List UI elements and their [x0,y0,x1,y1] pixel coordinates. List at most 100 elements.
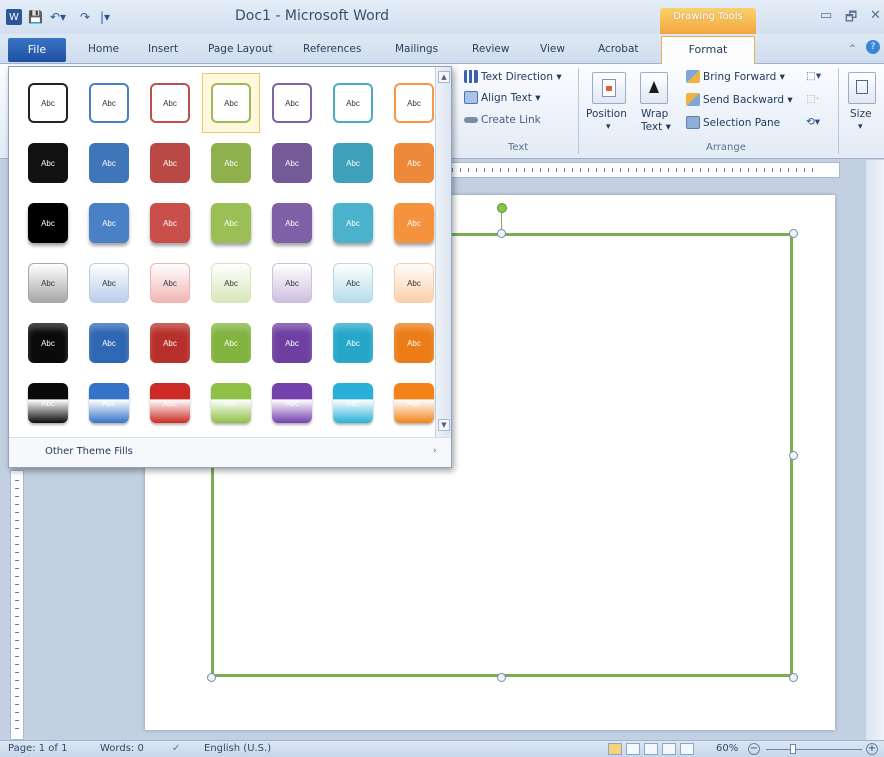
customize-qat-icon[interactable]: |▾ [100,9,110,25]
position-button-icon[interactable] [592,72,626,104]
wrap-text-label-line2[interactable]: Text ▾ [641,121,671,133]
shape-style-swatch[interactable]: Abc [19,73,77,133]
shape-style-swatch[interactable]: Abc [80,313,138,373]
shape-style-swatch[interactable]: Abc [324,373,382,433]
shape-style-swatch[interactable]: Abc [19,193,77,253]
tab-file[interactable]: File [8,38,66,62]
tab-review[interactable]: Review [472,43,509,55]
group-objects-icon[interactable]: ⬚· [806,93,819,105]
minimize-ribbon-icon[interactable]: ⌃ [848,43,857,55]
web-layout-view-button[interactable] [644,743,658,755]
tab-acrobat[interactable]: Acrobat [598,43,639,55]
help-icon[interactable]: ? [866,40,880,54]
tab-insert[interactable]: Insert [148,43,178,55]
align-text-button[interactable]: Align Text ▾ [464,91,541,104]
shape-style-swatch[interactable]: Abc [202,373,260,433]
vertical-scrollbar[interactable] [866,160,884,740]
shape-style-swatch[interactable]: Abc [141,73,199,133]
tab-view[interactable]: View [540,43,565,55]
size-icon[interactable] [848,72,876,104]
shape-style-swatch[interactable]: Abc [19,313,77,373]
rotation-handle[interactable] [497,203,507,213]
close-icon[interactable]: ✕ [870,8,881,23]
shape-style-swatch[interactable]: Abc [141,313,199,373]
other-theme-fills-menu-item[interactable]: Other Theme Fills [45,446,133,457]
shape-style-swatch[interactable]: Abc [263,253,321,313]
gallery-scrollbar[interactable]: ▲ ▼ [435,67,451,437]
outline-view-button[interactable] [662,743,676,755]
text-direction-button[interactable]: Text Direction ▾ [464,70,562,83]
shape-style-swatch[interactable]: Abc [202,253,260,313]
shape-style-swatch[interactable]: Abc [141,373,199,433]
word-count[interactable]: Words: 0 [100,743,144,754]
scroll-up-icon[interactable]: ▲ [438,71,450,83]
shape-style-swatch[interactable]: Abc [80,73,138,133]
word-app-icon[interactable]: W [6,9,22,25]
resize-handle-bottom[interactable] [497,673,506,682]
selection-pane-button[interactable]: Selection Pane [686,116,780,129]
bring-forward-button[interactable]: Bring Forward ▾ [686,70,785,83]
shape-style-swatch[interactable]: Abc [324,253,382,313]
resize-handle-right[interactable] [789,451,798,460]
draft-view-button[interactable] [680,743,694,755]
print-layout-view-button[interactable] [608,743,622,755]
restore-icon[interactable]: 🗗 [845,8,857,30]
shape-style-swatch[interactable]: Abc [141,193,199,253]
create-link-button[interactable]: Create Link [464,114,541,126]
position-dropdown-arrow[interactable]: ▾ [606,122,611,132]
page-count[interactable]: Page: 1 of 1 [8,743,67,754]
shape-style-swatch[interactable]: Abc [324,193,382,253]
shape-style-swatch[interactable]: Abc [80,373,138,433]
full-screen-view-button[interactable] [626,743,640,755]
shape-style-swatch[interactable]: Abc [263,313,321,373]
scroll-down-icon[interactable]: ▼ [438,419,450,431]
zoom-slider-thumb[interactable] [790,744,796,754]
zoom-level[interactable]: 60% [716,743,738,754]
shape-style-swatch[interactable]: Abc [324,73,382,133]
shape-style-swatch[interactable]: Abc [80,253,138,313]
tab-home[interactable]: Home [88,43,119,55]
tab-mailings[interactable]: Mailings [395,43,438,55]
shape-style-swatch[interactable]: Abc [19,373,77,433]
language[interactable]: English (U.S.) [204,743,271,754]
proofing-icon[interactable]: ✓ [172,743,180,754]
redo-icon[interactable]: ↷ [80,9,90,25]
resize-handle-top-right[interactable] [789,229,798,238]
size-dropdown-arrow[interactable]: ▾ [858,122,863,132]
resize-handle-bottom-right[interactable] [789,673,798,682]
shape-style-swatch[interactable]: Abc [324,313,382,373]
tab-references[interactable]: References [303,43,361,55]
shape-style-swatch[interactable]: Abc [263,133,321,193]
resize-handle-bottom-left[interactable] [207,673,216,682]
zoom-slider[interactable] [766,749,862,750]
position-label[interactable]: Position [586,108,627,120]
shape-style-swatch[interactable]: Abc [141,133,199,193]
send-backward-button[interactable]: Send Backward ▾ [686,93,793,106]
shape-style-swatch[interactable]: Abc [19,133,77,193]
shape-style-swatch[interactable]: Abc [263,373,321,433]
tab-format[interactable]: Format [661,36,755,64]
shape-style-swatch[interactable]: Abc [263,73,321,133]
shape-style-swatch[interactable]: Abc [80,193,138,253]
shape-style-swatch[interactable]: Abc [202,193,260,253]
shape-style-swatch[interactable]: Abc [263,193,321,253]
shape-style-swatch[interactable]: Abc [19,253,77,313]
shape-style-swatch[interactable]: Abc [324,133,382,193]
shape-style-swatch[interactable]: Abc [141,253,199,313]
wrap-text-icon[interactable] [640,72,668,104]
tab-page-layout[interactable]: Page Layout [208,43,272,55]
zoom-in-icon[interactable]: + [866,743,878,755]
align-objects-icon[interactable]: ⬚▾ [806,70,821,82]
rotate-objects-icon[interactable]: ⟲▾ [806,116,820,128]
shape-style-swatch[interactable]: Abc [202,133,260,193]
wrap-text-label-line1[interactable]: Wrap [641,108,668,120]
zoom-out-icon[interactable]: − [748,743,760,755]
save-icon[interactable]: 💾 [28,9,43,25]
shape-style-swatch[interactable]: Abc [202,313,260,373]
shape-style-swatch[interactable]: Abc [202,73,260,133]
minimize-icon[interactable]: ▭ [820,8,832,23]
shape-style-swatch[interactable]: Abc [80,133,138,193]
resize-handle-top[interactable] [497,229,506,238]
undo-icon[interactable]: ↶▾ [50,9,66,25]
size-label[interactable]: Size [850,108,872,120]
